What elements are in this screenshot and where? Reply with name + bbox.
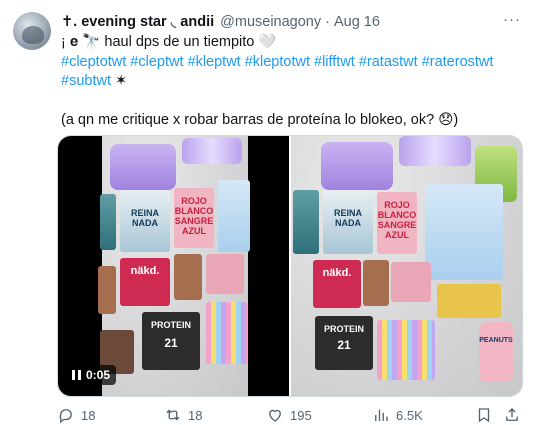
bookmark-icon	[478, 408, 490, 423]
book-label-rojo-2: ROJO BLANCO SANGRE AZUL	[377, 200, 417, 240]
share-button[interactable]	[503, 406, 521, 424]
ellipsis-icon[interactable]: ···	[502, 12, 522, 30]
video-player-controls[interactable]: 0:05	[66, 365, 117, 385]
action-bar: 18 18 195 6.5K	[57, 404, 518, 425]
hashtag-subtwt[interactable]: #subtwt	[61, 73, 111, 89]
avatar[interactable]	[13, 12, 51, 50]
post-line-1: ¡ 𝐞 🔭 haul dps de un tiempito 🤍	[61, 34, 277, 50]
like-count: 195	[290, 407, 312, 423]
share-icon	[506, 408, 518, 421]
bookmark-button[interactable]	[475, 406, 493, 424]
protein-label: PROTEIN	[150, 320, 191, 330]
post-quote-line: (a qn me critique x robar barras de prot…	[61, 111, 459, 128]
photo-media[interactable]: REINA NADA ROJO BLANCO SANGRE AZUL näkd.…	[291, 136, 522, 396]
reply-icon	[59, 409, 72, 424]
photo-frame: REINA NADA ROJO BLANCO SANGRE AZUL näkd.…	[291, 136, 522, 396]
post-date[interactable]: Aug 16	[334, 14, 380, 30]
display-name[interactable]: ✝. evening star ◟ andii	[61, 14, 214, 30]
repost-button[interactable]: 18	[164, 406, 202, 424]
hashtag-cleptotwt[interactable]: #cleptotwt	[61, 54, 126, 70]
pause-icon[interactable]	[72, 370, 81, 380]
hashtag-row-2: #subtwt ✶	[61, 72, 526, 92]
like-button[interactable]: 195	[266, 406, 312, 424]
hashtag-ratastwt[interactable]: #ratastwt	[359, 54, 418, 70]
media-grid[interactable]: REINA NADA ROJO BLANCO SANGRE AZUL näkd.…	[57, 135, 523, 397]
peanuts-label: PEANUTS	[479, 337, 513, 344]
book-label-rojo: ROJO BLANCO SANGRE AZUL	[174, 196, 214, 236]
post-header: ✝. evening star ◟ andii @museinagony · A…	[61, 12, 501, 32]
book-label-reina: REINA NADA	[130, 208, 159, 228]
video-timestamp: 0:05	[86, 368, 111, 382]
repost-icon	[166, 409, 180, 421]
reply-button[interactable]: 18	[57, 406, 95, 424]
views-button[interactable]: 6.5K	[372, 406, 423, 424]
book-label-reina-2: REINA NADA	[333, 208, 362, 228]
hashtag-kleptwt[interactable]: #kleptwt	[188, 54, 241, 70]
repost-count: 18	[188, 407, 203, 423]
nakd-label-2: näkd.	[322, 267, 352, 279]
video-media[interactable]: REINA NADA ROJO BLANCO SANGRE AZUL näkd.…	[58, 136, 289, 396]
nakd-label: näkd.	[130, 265, 160, 277]
hashtag-kleptotwt[interactable]: #kleptotwt	[245, 54, 310, 70]
user-handle[interactable]: @museinagony	[220, 14, 321, 30]
protein-count: 21	[164, 336, 178, 350]
views-icon	[375, 409, 388, 421]
hashtag-cleptwt[interactable]: #cleptwt	[130, 54, 183, 70]
video-frame: REINA NADA ROJO BLANCO SANGRE AZUL näkd.…	[98, 136, 250, 396]
post-text: ¡ 𝐞 🔭 haul dps de un tiempito 🤍 #cleptot…	[61, 33, 526, 130]
hashtag-lifftwt[interactable]: #lifftwt	[314, 54, 355, 70]
protein-label-2: PROTEIN	[323, 324, 364, 334]
separator: ·	[325, 14, 330, 30]
hashtag-raterostwt[interactable]: #raterostwt	[422, 54, 494, 70]
reply-count: 18	[81, 407, 96, 423]
hashtag-row-1: #cleptotwt #cleptwt #kleptwt #kleptotwt #lif…	[61, 53, 526, 73]
protein-count-2: 21	[337, 338, 351, 352]
star-glyph: ✶	[114, 73, 128, 89]
heart-icon	[269, 409, 281, 422]
view-count: 6.5K	[396, 407, 423, 423]
